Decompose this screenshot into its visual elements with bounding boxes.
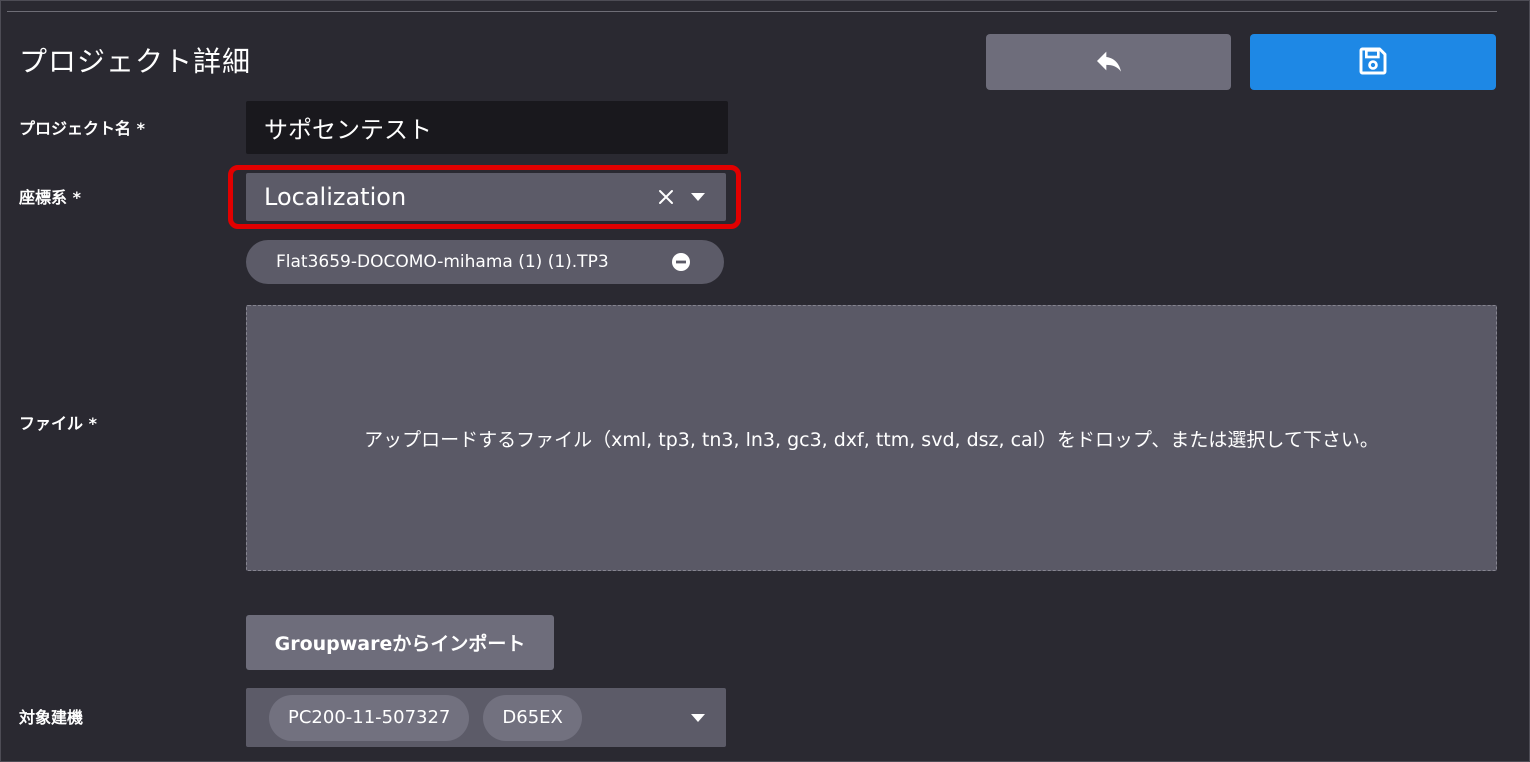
file-label: ファイル * [19, 414, 97, 433]
clear-icon[interactable] [652, 183, 680, 211]
save-button[interactable] [1250, 34, 1496, 90]
project-name-input[interactable]: サポセンテスト [246, 101, 728, 154]
coordinate-system-value: Localization [264, 183, 407, 211]
project-name-label: プロジェクト名 * [19, 119, 145, 138]
coordinate-system-label: 座標系 * [19, 188, 81, 207]
top-divider [7, 11, 1497, 12]
back-button[interactable] [986, 34, 1231, 90]
machine-tag[interactable]: PC200-11-507327 [269, 694, 470, 741]
selected-file-name: Flat3659-DOCOMO-mihama (1) (1).TP3 [276, 252, 609, 272]
chevron-down-icon[interactable] [684, 704, 712, 732]
reply-arrow-icon [1093, 45, 1125, 80]
machine-tag[interactable]: D65EX [483, 694, 582, 741]
remove-circle-icon[interactable] [670, 251, 692, 273]
app-window: プロジェクト詳細 プロジェクト名 * サポセンテスト 座標系 * Localiz… [0, 0, 1530, 762]
floppy-disk-icon [1357, 45, 1389, 80]
file-dropzone[interactable]: アップロードするファイル（xml, tp3, tn3, ln3, gc3, dx… [246, 305, 1497, 571]
chevron-down-icon[interactable] [684, 183, 712, 211]
groupware-import-button[interactable]: Groupwareからインポート [246, 615, 554, 670]
target-machine-label: 対象建機 [19, 708, 84, 727]
dropzone-text: アップロードするファイル（xml, tp3, tn3, ln3, gc3, dx… [364, 428, 1379, 451]
selected-file-chip: Flat3659-DOCOMO-mihama (1) (1).TP3 [246, 240, 724, 284]
page-title: プロジェクト詳細 [19, 45, 252, 78]
coordinate-system-select[interactable]: Localization [246, 173, 726, 221]
target-machine-select[interactable]: PC200-11-507327 D65EX [246, 688, 726, 747]
